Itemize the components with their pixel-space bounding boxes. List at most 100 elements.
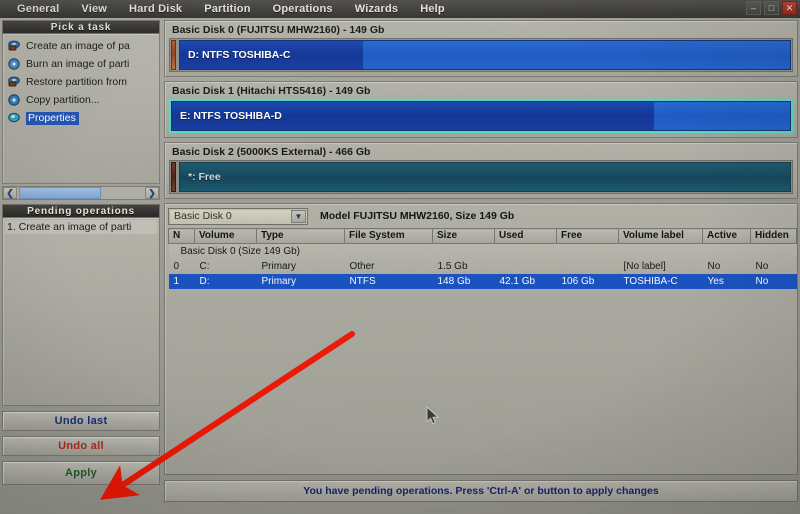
menu-item-help[interactable]: Help <box>409 2 456 17</box>
scrollbar-track[interactable] <box>17 187 145 199</box>
chevron-down-icon[interactable]: ▼ <box>291 209 306 223</box>
apply-button[interactable]: Apply <box>2 461 160 485</box>
cell-free <box>557 259 619 274</box>
main-content: Basic Disk 0 (FUJITSU MHW2160) - 149 Gb … <box>164 20 798 512</box>
partition-free-fill <box>363 41 790 69</box>
partition-block-e[interactable]: E: NTFS TOSHIBA-D <box>171 101 791 131</box>
partition-manager-window: General View Hard Disk Partition Operati… <box>0 0 800 514</box>
partition-detail-panel: Basic Disk 0 ▼ Model FUJITSU MHW2160, Si… <box>164 203 798 475</box>
sidebar-item-burn-image[interactable]: Burn an image of parti <box>6 55 157 73</box>
menu-item-partition[interactable]: Partition <box>193 2 261 17</box>
undo-last-button[interactable]: Undo last <box>2 411 160 431</box>
cell-size: 148 Gb <box>432 274 495 289</box>
disk-properties-icon <box>8 112 21 124</box>
disk-burn-icon <box>8 58 21 70</box>
table-group-label: Basic Disk 0 (Size 149 Gb) <box>180 246 301 257</box>
cell-n: 1 <box>168 274 195 289</box>
cell-size: 1.5 Gb <box>437 261 468 272</box>
column-header-file-system[interactable]: File System <box>344 228 433 244</box>
pick-a-task-header: Pick a task <box>2 20 160 34</box>
table-group-row: Basic Disk 0 (Size 149 Gb) <box>169 244 797 260</box>
column-header-hidden[interactable]: Hidden <box>750 228 797 244</box>
menu-item-general[interactable]: General <box>6 2 70 17</box>
partition-sliver[interactable] <box>171 162 176 192</box>
disk-restore-icon <box>8 76 21 88</box>
close-button-icon[interactable]: ✕ <box>782 1 797 15</box>
partition-sliver[interactable] <box>171 40 176 70</box>
task-list-horizontal-scrollbar[interactable]: ❮ ❯ <box>2 186 160 200</box>
partition-label: E: NTFS TOSHIBA-D <box>180 110 282 122</box>
menu-item-operations[interactable]: Operations <box>262 2 344 17</box>
cell-volume: C: <box>199 261 210 272</box>
scroll-right-arrow-icon[interactable]: ❯ <box>145 187 159 199</box>
menu-item-wizards[interactable]: Wizards <box>344 2 409 17</box>
column-header-used[interactable]: Used <box>494 228 557 244</box>
column-header-active[interactable]: Active <box>702 228 751 244</box>
pending-operations-list[interactable]: 1. Create an image of parti <box>2 218 160 406</box>
cell-volume-label: [No label] <box>623 261 666 272</box>
maximize-button-icon[interactable]: □ <box>764 1 779 15</box>
undo-all-button[interactable]: Undo all <box>2 436 160 456</box>
cell-file-system: NTFS <box>344 274 433 289</box>
window-controls: – □ ✕ <box>746 1 797 15</box>
cell-volume-label: TOSHIBA-C <box>618 274 703 289</box>
cell-type: Primary <box>261 261 296 272</box>
column-header-size[interactable]: Size <box>432 228 495 244</box>
sidebar-item-copy-partition[interactable]: Copy partition... <box>6 91 157 109</box>
status-text: You have pending operations. Press 'Ctrl… <box>303 485 659 497</box>
table-row[interactable]: 0 C: Primary Other 1.5 Gb [No label] No … <box>169 259 797 274</box>
pick-a-task-list[interactable]: Create an image of pa Burn an image of p… <box>2 34 160 184</box>
cell-n: 0 <box>173 261 180 272</box>
sidebar-item-label: Burn an image of parti <box>26 58 130 70</box>
disk-image-icon <box>8 40 21 52</box>
sidebar-item-properties[interactable]: Properties <box>6 109 157 127</box>
pending-operations-header: Pending operations <box>2 204 160 218</box>
disk-title: Basic Disk 1 (Hitachi HTS5416) - 149 Gb <box>172 85 371 97</box>
table-header-row: N Volume Type File System Size Used Free… <box>168 228 797 244</box>
column-header-volume-label[interactable]: Volume label <box>618 228 703 244</box>
table-body: Basic Disk 0 (Size 149 Gb) 0 C: Primary … <box>168 243 797 289</box>
cell-used <box>495 259 557 274</box>
partition-free-space-fill <box>180 163 790 191</box>
table-row-selected[interactable]: 1 D: Primary NTFS 148 Gb 42.1 Gb 106 Gb … <box>168 274 797 289</box>
partition-label: *: Free <box>188 171 221 183</box>
column-header-free[interactable]: Free <box>556 228 619 244</box>
sidebar-item-label: Create an image of pa <box>26 40 130 52</box>
scrollbar-thumb[interactable] <box>19 187 101 199</box>
disk-bar[interactable]: *: Free <box>169 160 793 194</box>
sidebar-item-label: Copy partition... <box>26 94 100 106</box>
disk-bar-selected[interactable]: E: NTFS TOSHIBA-D <box>169 99 793 133</box>
disk-copy-icon <box>8 94 21 106</box>
disk-map-0[interactable]: Basic Disk 0 (FUJITSU MHW2160) - 149 Gb … <box>164 20 798 77</box>
list-item[interactable]: 1. Create an image of parti <box>5 220 157 234</box>
disk-title: Basic Disk 0 (FUJITSU MHW2160) - 149 Gb <box>172 24 385 36</box>
disk-map-1[interactable]: Basic Disk 1 (Hitachi HTS5416) - 149 Gb … <box>164 81 798 138</box>
partition-block-d[interactable]: D: NTFS TOSHIBA-C <box>179 40 791 70</box>
menu-bar: General View Hard Disk Partition Operati… <box>0 0 800 18</box>
column-header-volume[interactable]: Volume <box>194 228 257 244</box>
column-header-type[interactable]: Type <box>256 228 345 244</box>
menu-item-hard-disk[interactable]: Hard Disk <box>118 2 193 17</box>
disk-map-2[interactable]: Basic Disk 2 (5000KS External) - 466 Gb … <box>164 142 798 199</box>
cell-volume: D: <box>194 274 257 289</box>
partition-block-free[interactable]: *: Free <box>179 162 791 192</box>
disk-bar[interactable]: D: NTFS TOSHIBA-C <box>169 38 793 72</box>
disk-select[interactable]: Basic Disk 0 ▼ <box>168 207 308 225</box>
menu-item-view[interactable]: View <box>70 2 118 17</box>
cell-file-system: Other <box>349 261 375 272</box>
sidebar-item-label: Restore partition from <box>26 76 127 88</box>
disk-model-text: Model FUJITSU MHW2160, Size 149 Gb <box>320 210 515 222</box>
minimize-button-icon[interactable]: – <box>746 1 761 15</box>
scroll-left-arrow-icon[interactable]: ❮ <box>3 187 17 199</box>
cell-hidden: No <box>750 274 797 289</box>
cell-used: 42.1 Gb <box>494 274 557 289</box>
sidebar-item-restore-partition[interactable]: Restore partition from <box>6 73 157 91</box>
column-header-n[interactable]: N <box>168 228 195 244</box>
cell-type: Primary <box>256 274 345 289</box>
cell-hidden: No <box>755 261 769 272</box>
sidebar-item-label: Properties <box>26 111 79 125</box>
disk-title: Basic Disk 2 (5000KS External) - 466 Gb <box>172 146 371 158</box>
sidebar-item-create-image[interactable]: Create an image of pa <box>6 37 157 55</box>
partition-free-fill <box>654 102 790 130</box>
cell-free: 106 Gb <box>556 274 619 289</box>
